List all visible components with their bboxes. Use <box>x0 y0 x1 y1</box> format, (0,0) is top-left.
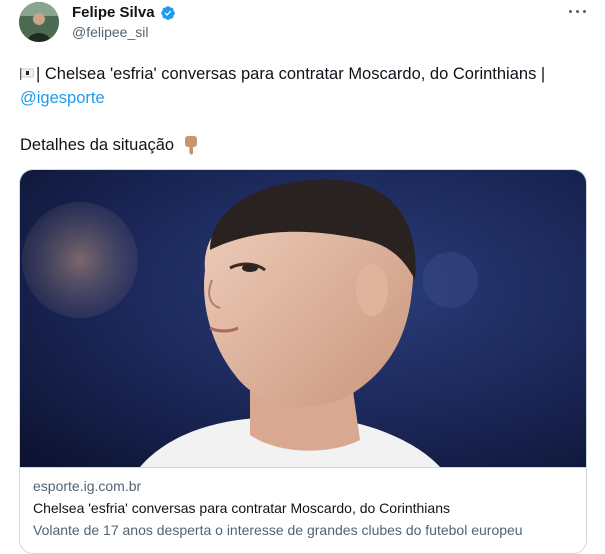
details-line: Detalhes da situação <box>20 134 200 156</box>
author-handle[interactable]: @felipee_sil <box>72 24 148 40</box>
pointing-down-hand-icon <box>185 136 198 155</box>
tweet-text-main: | Chelsea 'esfria' conversas para contra… <box>36 65 546 83</box>
author-avatar[interactable] <box>19 2 59 42</box>
corinthians-flag-icon <box>20 68 34 80</box>
more-options-button[interactable] <box>566 4 590 18</box>
avatar-photo <box>19 2 59 42</box>
card-description: Volante de 17 anos desperta o interesse … <box>33 522 523 538</box>
author-name[interactable]: Felipe Silva <box>72 4 155 21</box>
mention-link[interactable]: @igesporte <box>20 89 105 107</box>
card-meta: esporte.ig.com.br Chelsea 'esfria' conve… <box>20 467 586 553</box>
verified-badge-icon <box>160 5 175 20</box>
card-title: Chelsea 'esfria' conversas para contrata… <box>33 500 450 516</box>
card-domain: esporte.ig.com.br <box>33 478 142 494</box>
details-text: Detalhes da situação <box>20 136 175 154</box>
card-image-player-photo <box>20 170 586 467</box>
tweet-text: | Chelsea 'esfria' conversas para contra… <box>20 62 590 110</box>
link-preview-card[interactable]: esporte.ig.com.br Chelsea 'esfria' conve… <box>19 169 587 554</box>
